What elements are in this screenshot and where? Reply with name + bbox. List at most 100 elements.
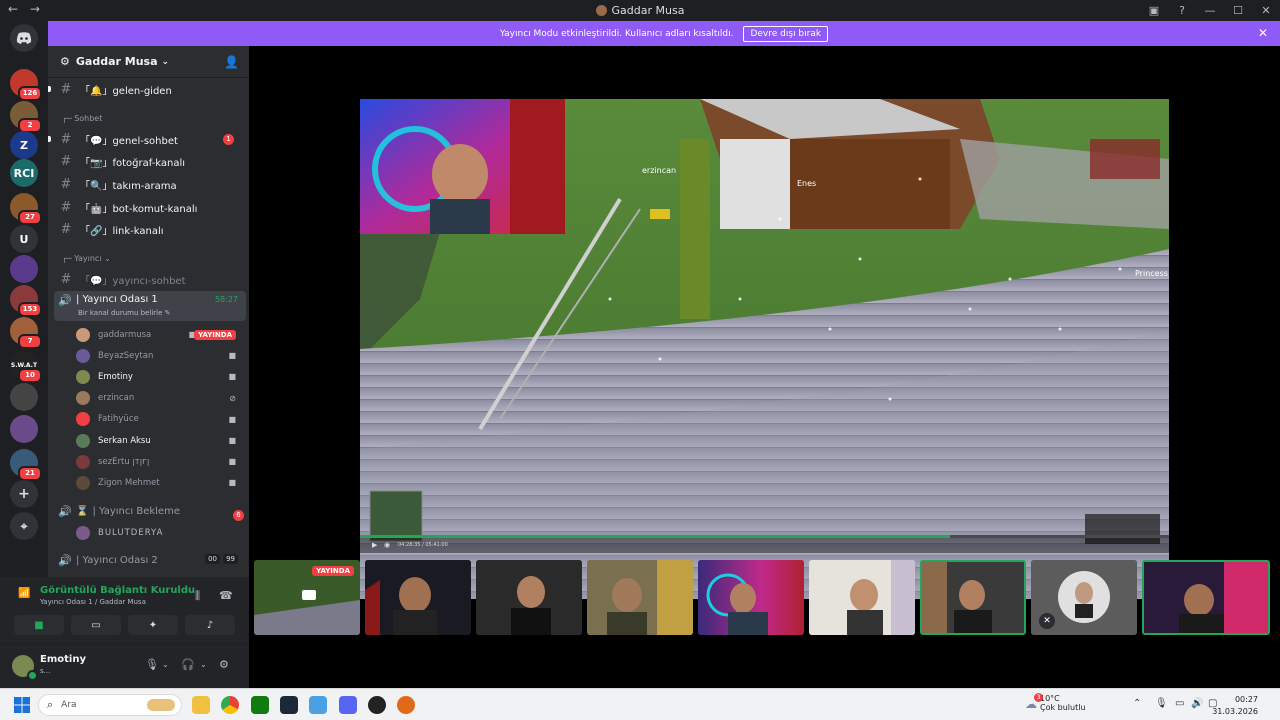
discover-icon[interactable]: ⌖ [10,512,38,540]
speaker-icon: 🔊 [58,504,72,518]
settings-gear-icon[interactable]: ⚙ [219,658,229,671]
activities-button[interactable]: ✦ [128,615,178,635]
participant-tile-speaking[interactable] [920,560,1026,635]
channel-yayinci-sohbet[interactable]: # 「💬」yayıncı-sohbet [56,269,244,289]
mention-badge: 1 [223,133,234,145]
voice-user[interactable]: Emotiny ■ [76,366,246,387]
file-explorer-icon[interactable] [192,696,210,714]
signal-icon[interactable]: 📶 [18,588,30,599]
text-channel[interactable]: # 「🔍」takım-arama [56,174,244,194]
camera-button[interactable]: ■ [14,615,64,635]
channel-status[interactable]: Bir kanal durumu belirle ✎ [78,309,171,317]
voice-user[interactable]: BULUTDERYA [76,522,246,543]
xbox-icon[interactable] [251,696,269,714]
discord-taskbar-icon[interactable] [339,696,357,714]
mention-badge: 153 [18,302,42,317]
server-header[interactable]: ⚙ Gaddar Musa ⌄ 👤 [48,46,249,78]
play-icon[interactable]: ▶ [372,541,377,549]
server-icon[interactable] [10,255,38,283]
windows-start-icon[interactable] [14,697,30,713]
add-server-button[interactable]: + [10,480,38,508]
network-icon[interactable]: ▭ [1175,698,1184,709]
server-icon[interactable]: 27 [10,193,42,225]
server-icon[interactable] [10,383,38,411]
maximize-button[interactable]: ☐ [1224,0,1252,21]
category-yayinci[interactable]: ┌─ Yayıncı ⌄ [62,254,111,263]
server-icon[interactable]: RCI [10,159,38,187]
obs-icon[interactable] [368,696,386,714]
voice-user[interactable]: erzincan ⊘ [76,388,246,409]
participant-tiles: YAYINDA ✕ [254,560,1280,636]
disconnect-icon[interactable]: ☎ [219,589,233,602]
chevron-up-icon[interactable]: ⌃ [1133,698,1141,709]
participant-tile-speaking[interactable] [1142,560,1270,635]
help-icon[interactable]: ? [1168,0,1196,21]
category-sohbet[interactable]: ┌─ Sohbet [62,114,102,123]
noise-suppression-icon[interactable]: ⫼ [195,589,200,603]
server-icon[interactable]: Z [10,131,38,159]
screen-share-button[interactable]: ▭ [71,615,121,635]
disable-streamer-mode-button[interactable]: Devre dışı bırak [743,25,829,42]
banner-close-icon[interactable]: ✕ [1258,26,1268,40]
close-window-button[interactable]: ✕ [1252,0,1280,21]
taskbar-search[interactable]: ⌕ Ara [38,694,182,716]
chrome-icon[interactable] [221,696,239,714]
volume-icon[interactable]: ◉ [384,541,390,549]
text-channel[interactable]: # 「🤖」bot-komut-kanalı [56,197,244,217]
username[interactable]: Emotiny [40,654,86,665]
server-icon[interactable]: S.W.A.T 10 [10,351,42,383]
system-clock[interactable]: 00:27 31.03.2026 [1212,694,1258,718]
volume-tray-icon[interactable]: 🔊 [1191,698,1203,709]
invite-people-icon[interactable]: 👤 [224,55,239,69]
voice-user[interactable]: sezErtu ꞁᴛꞁᴦꞁ ■ [76,451,246,472]
server-icon[interactable]: 126 [10,69,42,101]
participant-tile[interactable] [809,560,915,635]
microphone-icon[interactable]: 🎙 [145,658,159,671]
text-channel[interactable]: # 「💬」genel-sohbet 1 [48,129,244,149]
avatar [76,412,90,427]
steam-icon[interactable] [280,696,298,714]
server-icon[interactable]: U [10,225,38,253]
server-icon[interactable]: 2 [10,101,42,133]
voice-timer: 58:27 [214,295,238,304]
mention-badge: 21 [18,466,42,481]
server-icon[interactable]: 7 [10,317,42,349]
server-icon[interactable]: 153 [10,285,42,317]
server-icon[interactable]: 21 [10,449,42,481]
channel-gelen-giden[interactable]: # 「🔔」gelen-giden [48,79,244,99]
text-channel[interactable]: # 「🔗」link-kanalı [56,220,244,240]
voice-channel-yayinci-odasi-1[interactable]: 🔊 | Yayıncı Odası 1 58:27 Bir kanal duru… [54,291,246,321]
participant-tile[interactable] [587,560,693,635]
speaker-icon: 🔊 [58,294,72,307]
voice-status[interactable]: Görüntülü Bağlantı Kuruldu [40,585,195,596]
chevron-down-icon[interactable]: ⌄ [162,660,169,669]
soundboard-button[interactable]: ♪ [185,615,235,635]
chevron-down-icon[interactable]: ⌄ [200,660,207,669]
server-icon[interactable] [10,415,38,443]
app-icon[interactable] [397,696,415,714]
settings-app-icon[interactable] [309,696,327,714]
headphones-icon[interactable]: 🎧 [181,658,195,671]
text-channel[interactable]: # 「📷」fotoğraf-kanalı [56,152,244,172]
participant-tile[interactable] [365,560,471,635]
camera-feed [809,560,915,635]
voice-user[interactable]: Zigon Mehmet ■ [76,472,246,493]
participant-tile[interactable] [476,560,582,635]
voice-user[interactable]: Serkan Aksu ■ [76,430,246,451]
voice-location[interactable]: Yayıncı Odası 1 / Gaddar Musa [40,598,146,606]
voice-channel-yayinci-odasi-2[interactable]: 🔊 | Yayıncı Odası 2 00 99 [54,550,246,570]
voice-user-name: Fatihyüce [98,414,139,425]
voice-user[interactable]: BeyazSeytan ■ [76,345,246,366]
voice-channel-yayinci-bekleme[interactable]: 🔊 ⌛ | Yayıncı Bekleme 6 [54,501,246,521]
weather-widget[interactable]: ☁ 3 10°C Çok bulutlu [1025,693,1086,712]
inbox-icon[interactable]: ▣ [1140,0,1168,21]
main-stream-video[interactable]: erzincan Enes Princess ▶ ◉ 04:28:35 / 05… [360,99,1169,599]
minimize-button[interactable]: — [1196,0,1224,21]
participant-tile[interactable]: YAYINDA [254,560,360,635]
participant-tile[interactable] [698,560,804,635]
microphone-tray-icon[interactable]: 🎙 [1155,698,1168,709]
discord-home-icon[interactable] [10,24,38,52]
participant-tile-avatar[interactable]: ✕ [1031,560,1137,635]
voice-user[interactable]: gaddarmusa ■ YAYINDA [76,324,246,345]
voice-user[interactable]: Fatihyüce ■ [76,409,246,430]
